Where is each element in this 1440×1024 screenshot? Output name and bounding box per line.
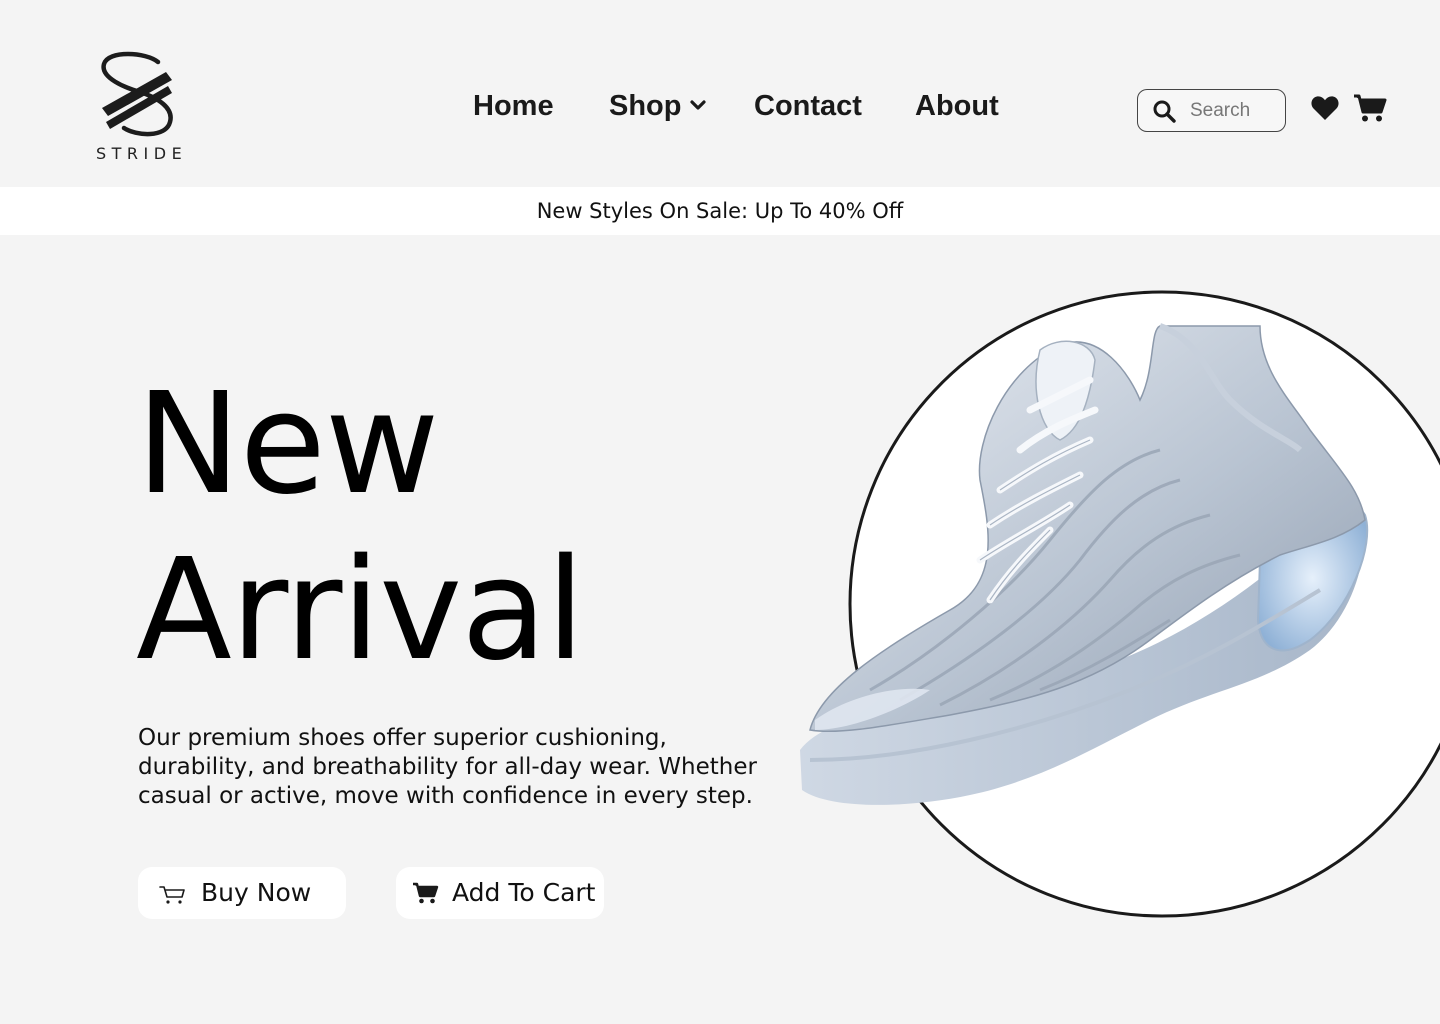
nav-home-link[interactable]: Home <box>473 90 554 123</box>
hero-title-line1: New <box>136 363 439 526</box>
promo-text: New Styles On Sale: Up To 40% Off <box>536 199 904 223</box>
nav-about-link[interactable]: About <box>915 90 999 123</box>
site-header: STRIDE Home Shop Contact About <box>0 0 1440 187</box>
product-showcase <box>790 290 1440 920</box>
shoe-image <box>800 290 1440 918</box>
add-to-cart-label: Add To Cart <box>452 878 596 907</box>
chevron-down-icon <box>689 100 706 110</box>
cart-icon[interactable] <box>1353 93 1387 123</box>
stride-logo-icon <box>101 51 173 137</box>
hero-title: New Arrival <box>136 362 585 694</box>
nav-shop-link[interactable]: Shop <box>609 90 706 123</box>
search-input[interactable] <box>1190 98 1278 124</box>
hero-title-line2: Arrival <box>136 529 585 692</box>
brand-logo[interactable]: STRIDE <box>92 50 188 166</box>
cart-icon <box>413 882 439 904</box>
heart-icon[interactable] <box>1311 95 1339 121</box>
search-box[interactable] <box>1137 89 1286 132</box>
brand-name: STRIDE <box>96 144 188 163</box>
buy-now-label: Buy Now <box>201 878 312 907</box>
nav-shop-label: Shop <box>609 90 682 122</box>
hero-description: Our premium shoes offer superior cushion… <box>138 725 757 809</box>
buy-now-button[interactable]: Buy Now <box>138 867 346 919</box>
add-to-cart-button[interactable]: Add To Cart <box>396 867 604 919</box>
nav-contact-link[interactable]: Contact <box>754 90 862 123</box>
search-icon[interactable] <box>1152 99 1176 123</box>
promo-banner: New Styles On Sale: Up To 40% Off <box>0 187 1440 235</box>
shopping-cart-outline-icon <box>159 886 185 904</box>
